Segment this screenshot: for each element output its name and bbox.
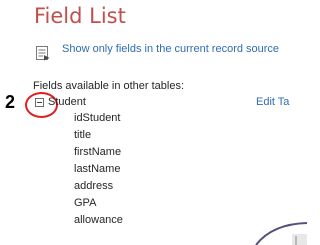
other-tables-label: Fields available in other tables: (33, 80, 185, 92)
field-list-title: Field List (34, 4, 126, 28)
edit-table-link[interactable]: Edit Ta (256, 96, 289, 108)
collapse-minus-icon[interactable] (35, 98, 44, 107)
decorative-arc (255, 222, 307, 245)
field-item[interactable]: allowance (74, 212, 123, 229)
field-item[interactable]: lastName (74, 161, 123, 178)
step-number-annotation: 2 (5, 92, 16, 112)
table-name-student[interactable]: Student (48, 96, 86, 108)
field-item[interactable]: GPA (74, 195, 123, 212)
field-item[interactable]: firstName (74, 144, 123, 161)
field-item[interactable]: address (74, 178, 123, 195)
field-item[interactable]: idStudent (74, 110, 123, 127)
field-item[interactable]: title (74, 127, 123, 144)
record-source-icon (36, 46, 50, 61)
field-list: idStudent title firstName lastName addre… (74, 110, 123, 229)
show-only-current-fields-link[interactable]: Show only fields in the current record s… (62, 43, 302, 55)
